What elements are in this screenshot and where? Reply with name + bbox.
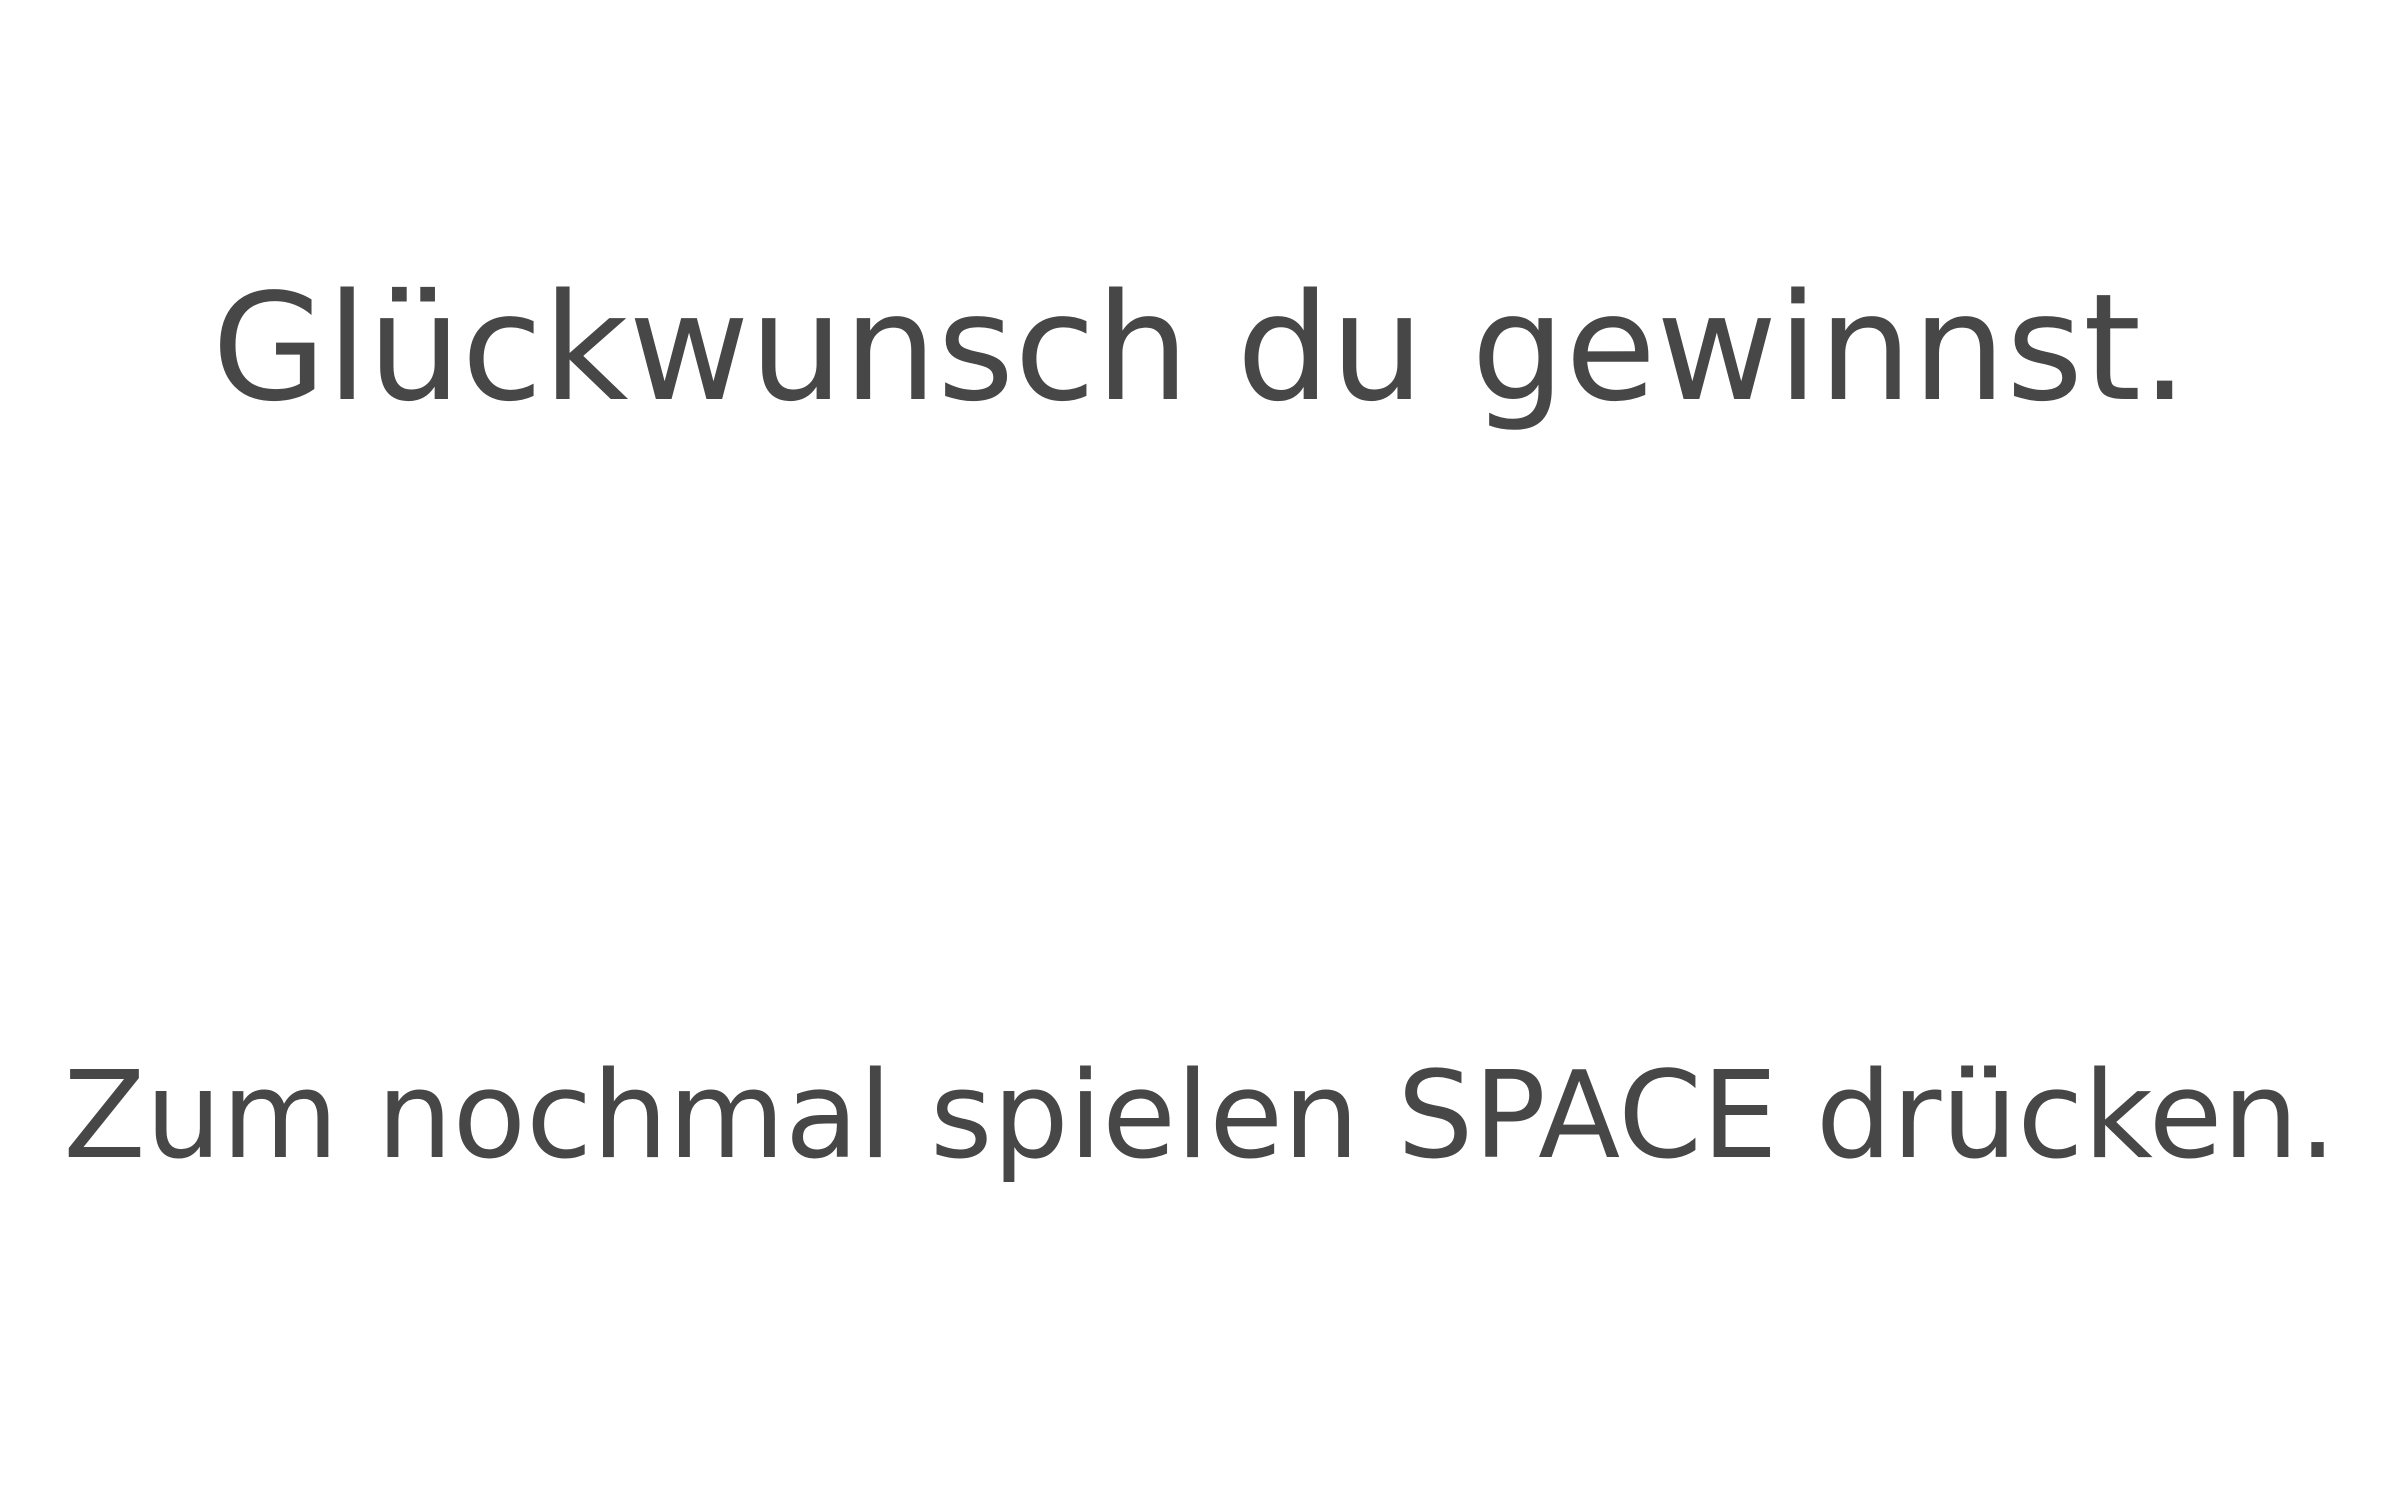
game-over-screen: Glückwunsch du gewinnst. Zum nochmal spi… xyxy=(0,0,2400,1500)
win-message: Glückwunsch du gewinnst. xyxy=(211,262,2189,434)
restart-hint: Zum nochmal spielen SPACE drücken. xyxy=(63,1047,2337,1186)
